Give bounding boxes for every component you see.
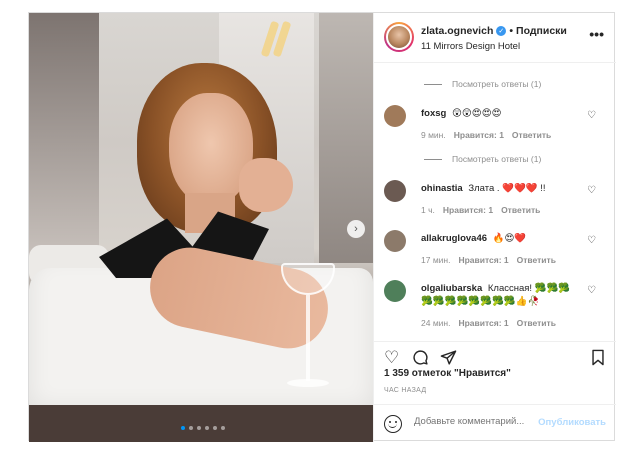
verified-icon: ✓ (496, 26, 507, 36)
reply-button[interactable]: Ответить (512, 130, 551, 140)
view-replies-button[interactable]: Посмотреть ответы (1) (424, 154, 541, 164)
location-link[interactable]: 11 Mirrors Design Hotel (421, 41, 520, 52)
bookmark-icon[interactable] (590, 349, 606, 369)
reply-button[interactable]: Ответить (501, 205, 540, 215)
view-replies-label: Посмотреть ответы (1) (452, 154, 542, 164)
comment-body: olgaliubarska Классная! 🥦🥦🥦🥦🥦🥦🥦🥦🥦🥦🥦👍🥀 (421, 282, 581, 308)
reply-button[interactable]: Ответить (517, 318, 556, 328)
carousel-dot (205, 426, 209, 430)
header-separator: • (509, 25, 514, 37)
comment-input[interactable] (414, 416, 532, 427)
carousel-dot (189, 426, 193, 430)
comment-username[interactable]: foxsg (421, 108, 446, 119)
chevron-right-icon: › (354, 222, 358, 235)
post-header: zlata.ognevich ✓ • Подписки 11 Mirrors D… (374, 13, 616, 63)
reply-button[interactable]: Ответить (517, 255, 556, 265)
author-username[interactable]: zlata.ognevich (421, 25, 493, 37)
comment-body: allakruglova46 🔥😍❤️ (421, 232, 581, 245)
comment-like-icon[interactable]: ♡ (587, 186, 596, 196)
comment-meta: 1 ч. Нравится: 1 Ответить (421, 205, 540, 215)
author-line: zlata.ognevich ✓ • Подписки (421, 25, 567, 37)
replies-divider (424, 83, 442, 85)
publish-button[interactable]: Опубликовать (538, 417, 606, 428)
add-comment-bar: Опубликовать (374, 404, 616, 442)
comment-likes[interactable]: Нравится: 1 (458, 318, 508, 328)
carousel-dot (213, 426, 217, 430)
comment-username[interactable]: ohinastia (421, 183, 463, 194)
comment-meta: 17 мин. Нравится: 1 Ответить (421, 255, 556, 265)
comment-time: 9 мин. (421, 130, 446, 140)
comment-time: 17 мин. (421, 255, 451, 265)
comment-avatar[interactable] (384, 280, 406, 302)
comment-text: 🔥😍❤️ (492, 233, 527, 244)
view-replies-button[interactable]: Посмотреть ответы (1) (424, 79, 541, 89)
comment-text: 😲😲😍😍😍 (451, 108, 502, 119)
heart-icon[interactable]: ♡ (384, 349, 399, 366)
emoji-icon[interactable] (384, 415, 402, 433)
comment-body: ohinastia Злата . ❤️❤️❤️ !! (421, 182, 581, 195)
comment-meta: 24 мин. Нравится: 1 Ответить (421, 318, 556, 328)
post-side-panel: zlata.ognevich ✓ • Подписки 11 Mirrors D… (373, 13, 616, 442)
comment-like-icon[interactable]: ♡ (587, 286, 596, 296)
photo-window-right (319, 13, 373, 263)
next-photo-button[interactable]: › (347, 220, 365, 238)
post-card: › zlata.ognevich ✓ • Подписки 11 Mirrors… (28, 12, 616, 442)
carousel-dot (197, 426, 201, 430)
more-icon[interactable]: ••• (589, 27, 604, 41)
photo-hand (239, 158, 293, 212)
carousel-dot (221, 426, 225, 430)
post-time: час назад (384, 387, 427, 394)
post-photo[interactable]: › (29, 13, 373, 442)
carousel-dots (181, 426, 225, 430)
comment-icon[interactable] (412, 349, 429, 369)
comment-like-icon[interactable]: ♡ (587, 236, 596, 246)
follow-button[interactable]: Подписки (516, 25, 567, 37)
comment-body: foxsg 😲😲😍😍😍 (421, 107, 581, 120)
comment-avatar[interactable] (384, 105, 406, 127)
likes-count[interactable]: 1 359 отметок "Нравится" (384, 368, 511, 379)
comments-list[interactable]: Посмотреть ответы (1) foxsg 😲😲😍😍😍 9 мин.… (374, 63, 616, 341)
comment-text: Злата . ❤️❤️❤️ !! (468, 183, 546, 194)
post-actions: ♡ (374, 341, 616, 371)
comment-avatar[interactable] (384, 230, 406, 252)
photo-floor (29, 405, 373, 442)
comment-likes[interactable]: Нравится: 1 (458, 255, 508, 265)
comment-time: 24 мин. (421, 318, 451, 328)
comment-username[interactable]: allakruglova46 (421, 233, 487, 244)
share-icon[interactable] (440, 349, 457, 369)
comment-like-icon[interactable]: ♡ (587, 111, 596, 121)
comment-likes[interactable]: Нравится: 1 (443, 205, 493, 215)
carousel-dot (181, 426, 185, 430)
view-replies-label: Посмотреть ответы (1) (452, 79, 542, 89)
photo-wine-glass (281, 263, 335, 403)
comment-username[interactable]: olgaliubarska (421, 283, 482, 294)
avatar[interactable] (384, 22, 414, 52)
comment-meta: 9 мин. Нравится: 1 Ответить (421, 130, 551, 140)
comment-likes[interactable]: Нравится: 1 (454, 130, 504, 140)
photo-window-left (29, 13, 99, 263)
comment-time: 1 ч. (421, 205, 435, 215)
replies-divider (424, 158, 442, 160)
comment-avatar[interactable] (384, 180, 406, 202)
